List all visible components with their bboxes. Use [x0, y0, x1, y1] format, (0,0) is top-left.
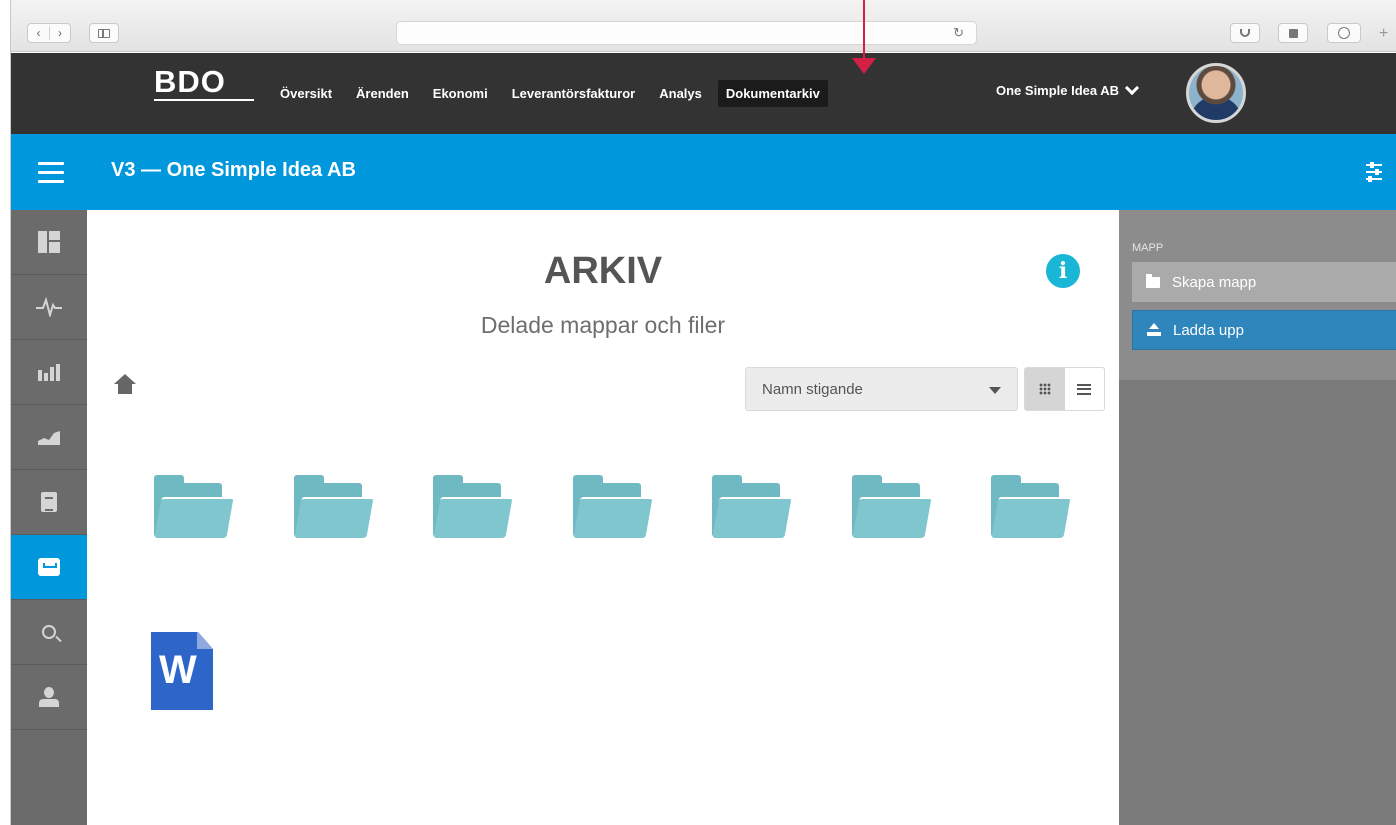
folder-actions: MAPP Skapa mapp Ladda upp — [1119, 210, 1396, 380]
avatar[interactable] — [1186, 63, 1246, 123]
caret-down-icon — [989, 387, 1001, 394]
page-title: ARKIV — [543, 250, 663, 292]
create-folder-label: Skapa mapp — [1172, 273, 1257, 291]
upload-icon — [1147, 323, 1161, 337]
page-subtitle: Delade mappar och filer — [480, 312, 726, 338]
browser-back-forward[interactable]: ‹ › — [27, 23, 71, 43]
upload-button[interactable]: Ladda upp — [1132, 310, 1396, 350]
area-chart-icon — [38, 431, 60, 445]
company-name: One Simple Idea AB — [996, 83, 1120, 98]
create-folder-button[interactable]: Skapa mapp — [1132, 262, 1396, 302]
nav-dokumentarkiv[interactable]: Dokumentarkiv — [717, 80, 828, 107]
bdo-logo[interactable]: BDO — [154, 65, 254, 111]
info-circle-icon — [1338, 27, 1350, 39]
chevron-down-icon — [1124, 80, 1140, 96]
sort-selected-value: Namn stigande — [762, 381, 863, 398]
browser-sidebar-button[interactable] — [89, 23, 119, 43]
new-tab-icon[interactable]: + — [1379, 25, 1388, 43]
folder-icon[interactable] — [712, 475, 792, 538]
home-icon[interactable] — [113, 374, 137, 396]
nav-arenden[interactable]: Ärenden — [348, 80, 417, 107]
right-panel: MAPP Skapa mapp Ladda upp — [1119, 210, 1396, 825]
pocket-button[interactable] — [1230, 23, 1260, 43]
dashboard-icon — [38, 231, 60, 253]
annotation-arrow-head — [852, 58, 876, 74]
pulse-icon — [36, 297, 62, 317]
view-toggle — [1024, 367, 1105, 411]
sort-select[interactable]: Namn stigande — [745, 367, 1018, 411]
main-nav: Översikt Ärenden Ekonomi Leverantörsfakt… — [272, 53, 836, 134]
folder-icon[interactable] — [294, 475, 374, 538]
folder-icon[interactable] — [573, 475, 653, 538]
word-letter: W — [159, 648, 197, 692]
info-button[interactable] — [1327, 23, 1361, 43]
app-window: ‹ › ↻ + BDO Översikt Ärenden Ekonomi Lev… — [10, 0, 1396, 825]
folder-icon[interactable] — [852, 475, 932, 538]
archive-content: ARKIV Delade mappar och filer i Namn sti… — [87, 210, 1119, 825]
sidebar-item-documents[interactable] — [11, 470, 87, 535]
nav-analys[interactable]: Analys — [651, 80, 710, 107]
grid-icon — [1038, 383, 1051, 395]
nav-leverantorsfakturor[interactable]: Leverantörsfakturor — [504, 80, 644, 107]
filter-settings-icon[interactable] — [1366, 160, 1388, 184]
search-icon — [42, 625, 56, 639]
info-icon[interactable]: i — [1046, 254, 1080, 288]
archive-icon — [38, 558, 60, 576]
word-file-icon[interactable]: W — [151, 632, 213, 710]
reload-icon[interactable]: ↻ — [953, 25, 964, 41]
folder-icon — [1146, 273, 1160, 288]
forward-icon[interactable]: › — [49, 26, 70, 40]
pocket-icon — [1240, 29, 1250, 37]
document-icon — [41, 492, 57, 512]
sidebar-item-dashboard[interactable] — [11, 210, 87, 275]
sidebar-icon — [98, 28, 110, 38]
company-selector[interactable]: One Simple Idea AB — [996, 80, 1140, 98]
password-button[interactable] — [1278, 23, 1308, 43]
sidebar-item-statistics[interactable] — [11, 340, 87, 405]
sidebar-item-analytics[interactable] — [11, 405, 87, 470]
bar-chart-icon — [38, 364, 60, 381]
lock-icon — [1288, 28, 1298, 38]
list-view-button[interactable] — [1065, 368, 1105, 410]
address-bar[interactable]: ↻ — [396, 21, 977, 45]
page-header: V3 — One Simple Idea AB — [11, 134, 1396, 210]
list-icon — [1077, 383, 1092, 395]
sidebar-item-profile[interactable] — [11, 665, 87, 730]
panel-section-label: MAPP — [1132, 242, 1164, 254]
menu-icon[interactable] — [38, 162, 64, 183]
browser-toolbar: ‹ › ↻ + — [11, 0, 1396, 52]
folder-icon[interactable] — [991, 475, 1071, 538]
annotation-arrow-line — [863, 0, 865, 60]
sidebar-item-search[interactable] — [11, 600, 87, 665]
folder-icon[interactable] — [433, 475, 513, 538]
grid-view-button[interactable] — [1025, 368, 1065, 410]
left-sidebar — [11, 210, 87, 825]
sidebar-item-archive[interactable] — [11, 535, 87, 600]
folder-grid — [139, 475, 1119, 545]
sidebar-item-pulse[interactable] — [11, 275, 87, 340]
page-header-title: V3 — One Simple Idea AB — [111, 159, 356, 181]
user-icon — [39, 687, 59, 707]
back-icon[interactable]: ‹ — [28, 26, 49, 40]
nav-ekonomi[interactable]: Ekonomi — [425, 80, 496, 107]
nav-oversikt[interactable]: Översikt — [272, 80, 340, 107]
folder-icon[interactable] — [154, 475, 234, 538]
upload-label: Ladda upp — [1173, 321, 1244, 339]
top-navigation-bar: BDO Översikt Ärenden Ekonomi Leverantörs… — [11, 53, 1396, 134]
